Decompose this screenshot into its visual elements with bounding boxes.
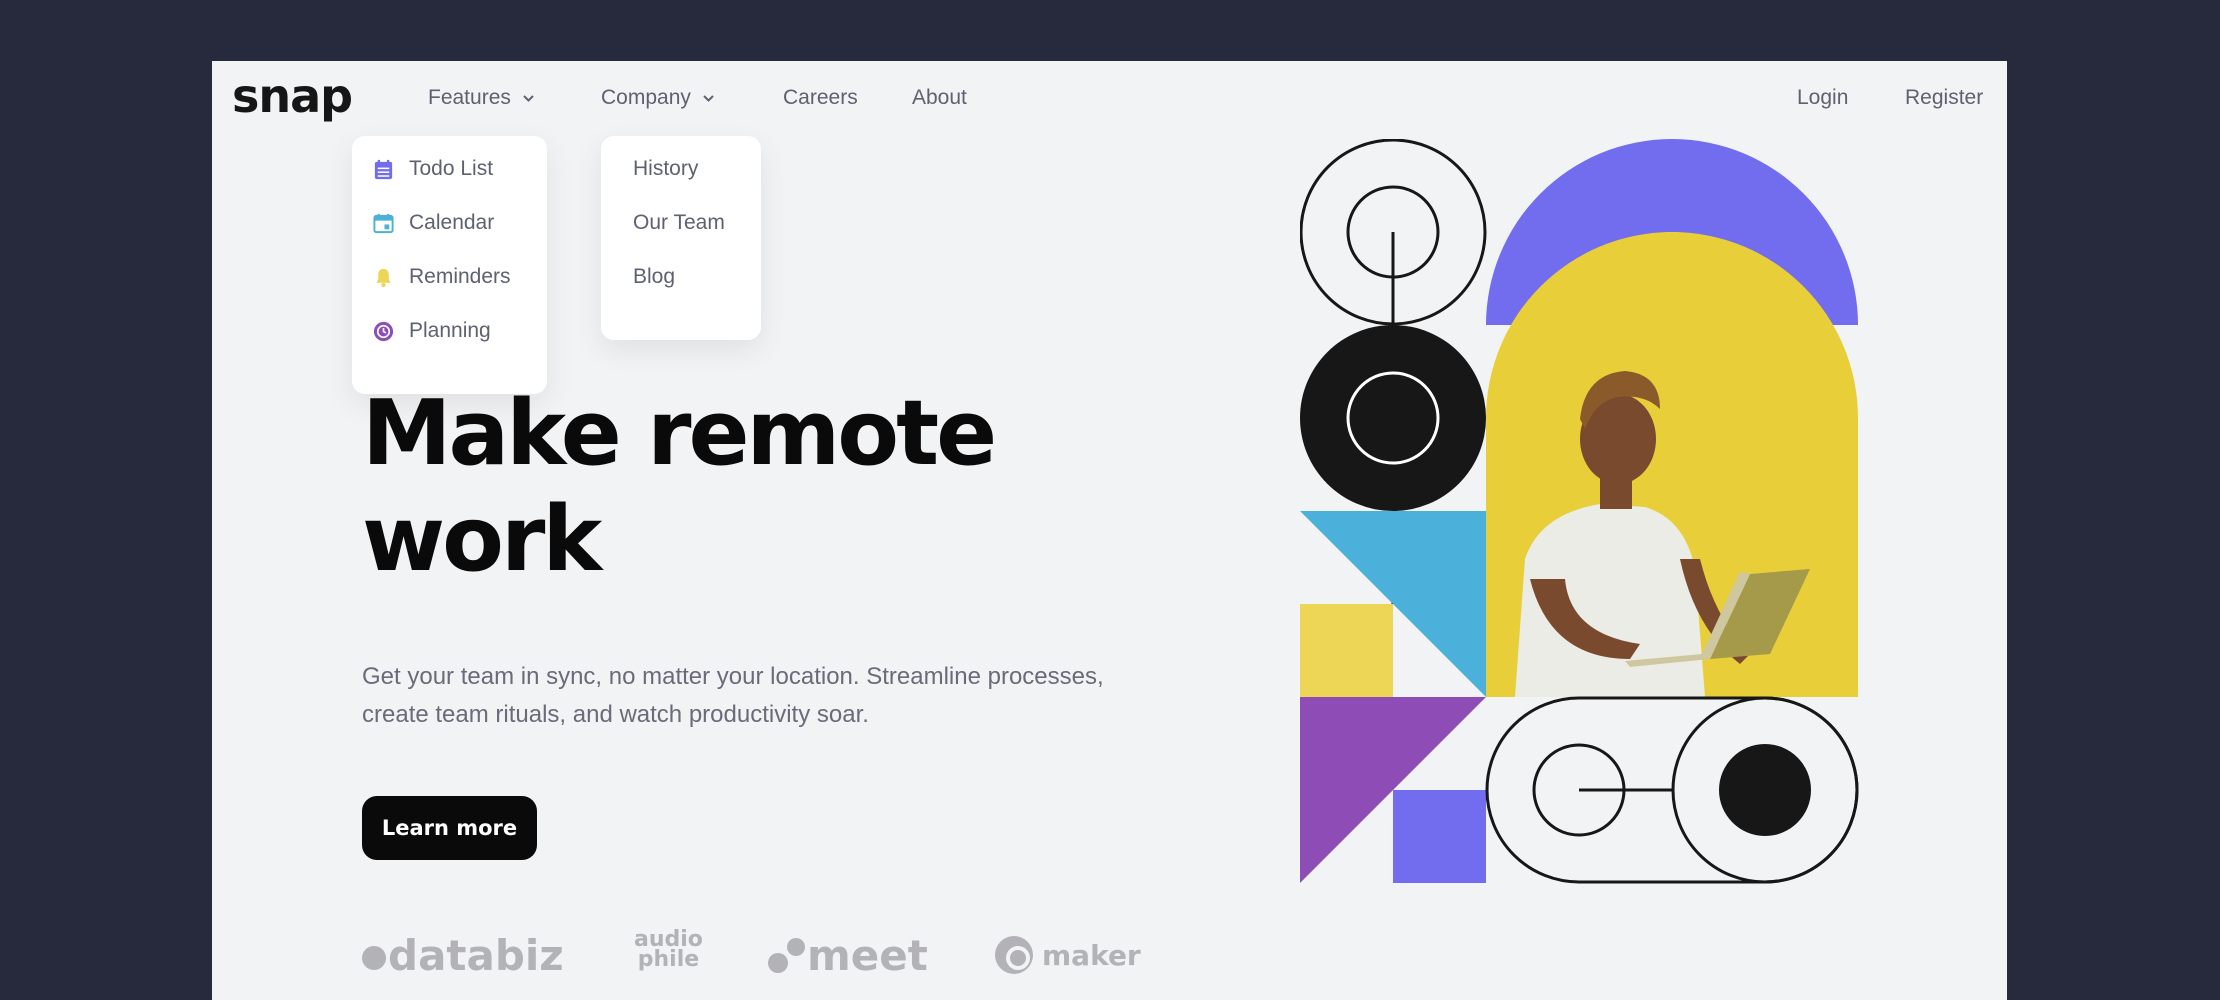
bell-icon bbox=[376, 268, 391, 287]
hero-subtitle: Get your team in sync, no matter your lo… bbox=[362, 663, 1104, 728]
hero-illustration bbox=[1300, 139, 1859, 884]
nav-features-label: Features bbox=[428, 86, 511, 109]
chevron-down-icon bbox=[523, 94, 534, 102]
nav-careers[interactable]: Careers bbox=[783, 86, 858, 110]
hero-title-line2: work bbox=[362, 487, 602, 592]
menu-item-todo-list[interactable]: Todo List bbox=[372, 157, 493, 181]
blue-shape bbox=[1393, 511, 1486, 697]
databiz-logo-text: databiz bbox=[388, 931, 564, 980]
menu-item-calendar[interactable]: Calendar bbox=[372, 211, 494, 235]
meet-logo: meet bbox=[767, 931, 928, 980]
logo[interactable]: snap bbox=[232, 69, 353, 123]
features-dropdown: Todo List Calendar Reminders Planning bbox=[352, 136, 547, 394]
chevron-down-icon bbox=[703, 94, 714, 102]
maker-circle-icon bbox=[995, 936, 1033, 974]
maker-logo: maker bbox=[994, 935, 1141, 975]
learn-more-button[interactable]: Learn more bbox=[362, 796, 537, 860]
landing-page: snap Features Company Careers About Logi… bbox=[212, 61, 2007, 1000]
clock-icon bbox=[373, 321, 394, 341]
calendar-list-icon bbox=[374, 159, 393, 179]
nav-about[interactable]: About bbox=[912, 86, 967, 110]
menu-item-planning[interactable]: Planning bbox=[372, 319, 491, 343]
nav-company[interactable]: Company bbox=[601, 86, 716, 110]
company-dropdown: History Our Team Blog bbox=[601, 136, 761, 340]
blue-triangle bbox=[1300, 511, 1393, 604]
nav-features[interactable]: Features bbox=[428, 86, 536, 110]
black-dot bbox=[1719, 744, 1811, 836]
databiz-logo: databiz bbox=[362, 931, 564, 980]
meet-logo-text: meet bbox=[807, 931, 928, 980]
audiophile-logo-bottom: phile bbox=[637, 947, 700, 972]
audiophile-logo: audio phile bbox=[634, 929, 703, 972]
menu-item-label: Todo List bbox=[409, 157, 494, 180]
yellow-square bbox=[1300, 604, 1393, 697]
nav-company-label: Company bbox=[601, 86, 691, 109]
meet-dots-icon bbox=[768, 938, 805, 973]
hero-title: Make remote work bbox=[362, 381, 997, 593]
login-link[interactable]: Login bbox=[1797, 86, 1848, 110]
calendar-icon bbox=[373, 213, 394, 233]
menu-item-blog[interactable]: Blog bbox=[633, 265, 675, 289]
register-link[interactable]: Register bbox=[1905, 86, 1983, 110]
menu-item-label: Planning bbox=[409, 319, 491, 342]
maker-logo-text: maker bbox=[1042, 939, 1141, 972]
menu-item-label: Reminders bbox=[409, 265, 511, 288]
hero-title-line1: Make remote bbox=[362, 381, 997, 486]
menu-item-our-team[interactable]: Our Team bbox=[633, 211, 725, 235]
menu-item-label: Calendar bbox=[409, 211, 495, 234]
black-circle bbox=[1300, 325, 1486, 511]
menu-item-history[interactable]: History bbox=[633, 157, 698, 181]
purple-square bbox=[1393, 790, 1486, 883]
menu-item-reminders[interactable]: Reminders bbox=[372, 265, 511, 289]
